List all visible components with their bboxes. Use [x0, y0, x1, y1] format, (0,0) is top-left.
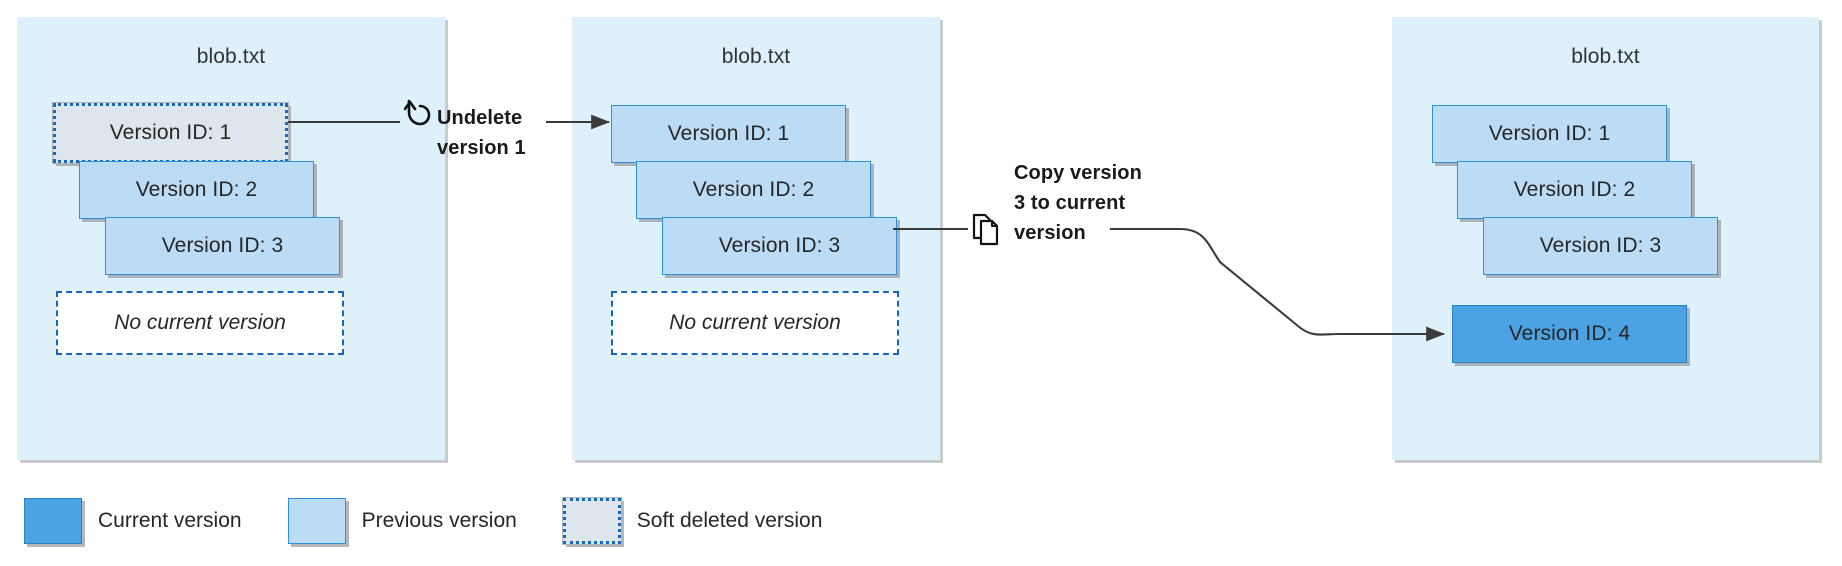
panel-3-version-label-4: Version ID: 4	[1508, 322, 1631, 345]
undo-arrow-icon	[403, 98, 434, 132]
blob-panel-3: blob.txt Version ID: 1 Version ID: 2 Ver…	[1392, 17, 1819, 460]
panel-1-version-box-1: Version ID: 1	[52, 102, 289, 164]
panel-2-version-label-2: Version ID: 2	[692, 178, 815, 201]
panel-2-no-current-version-label: No current version	[669, 311, 841, 334]
legend-item-previous-version: Previous version	[287, 493, 517, 549]
panel-2-version-label-3: Version ID: 3	[718, 234, 841, 257]
blob-panel-1: blob.txt Version ID: 1 Version ID: 2 Ver…	[17, 17, 445, 460]
step-undelete-line-1: Undelete	[437, 107, 523, 129]
legend: Current version Previous version Soft de…	[24, 493, 822, 549]
panel-3-version-label-2: Version ID: 2	[1513, 178, 1636, 201]
panel-3-title: blob.txt	[1571, 45, 1640, 68]
panel-1-version-label-2: Version ID: 2	[135, 178, 258, 201]
legend-swatch-soft-deleted-version	[561, 497, 622, 545]
legend-label-current-version: Current version	[98, 509, 242, 532]
panel-2-title: blob.txt	[721, 45, 791, 68]
panel-2-no-current-version: No current version	[611, 291, 899, 355]
panel-3-version-box-2: Version ID: 2	[1457, 161, 1692, 219]
panel-3-version-box-3: Version ID: 3	[1483, 217, 1718, 275]
legend-label-soft-deleted-version: Soft deleted version	[636, 509, 823, 532]
legend-swatch-previous-version	[287, 498, 346, 544]
panel-1-no-current-version: No current version	[56, 291, 344, 355]
panel-1-version-label-3: Version ID: 3	[161, 234, 284, 257]
legend-item-current-version: Current version	[24, 493, 242, 549]
step-copy-line-3: version	[1014, 222, 1086, 244]
step-copy-label: Copy version 3 to current version	[1014, 158, 1174, 248]
panel-1-no-current-version-label: No current version	[114, 311, 286, 334]
panel-1-version-label-1: Version ID: 1	[109, 121, 232, 144]
step-undelete-line-2: version 1	[437, 137, 526, 159]
panel-1-version-box-2: Version ID: 2	[79, 161, 314, 219]
panel-2-version-box-3: Version ID: 3	[662, 217, 897, 275]
panel-2-version-label-1: Version ID: 1	[667, 122, 790, 145]
legend-label-previous-version: Previous version	[361, 509, 517, 532]
panel-1-version-box-3: Version ID: 3	[105, 217, 340, 275]
copy-icon	[972, 212, 1004, 246]
panel-3-version-label-3: Version ID: 3	[1539, 234, 1662, 257]
panel-3-version-label-1: Version ID: 1	[1488, 122, 1611, 145]
panel-1-title: blob.txt	[196, 45, 266, 68]
panel-2-version-box-2: Version ID: 2	[636, 161, 871, 219]
step-undelete-label: Undelete version 1	[437, 103, 549, 163]
step-copy-line-1: Copy version	[1014, 162, 1142, 184]
panel-3-version-box-4: Version ID: 4	[1452, 305, 1687, 363]
step-copy-line-2: 3 to current	[1014, 192, 1126, 214]
blob-panel-2: blob.txt Version ID: 1 Version ID: 2 Ver…	[572, 17, 940, 460]
legend-item-soft-deleted-version: Soft deleted version	[561, 493, 823, 549]
diagram-canvas: blob.txt Version ID: 1 Version ID: 2 Ver…	[0, 0, 1842, 566]
legend-swatch-current-version	[24, 498, 82, 544]
panel-2-version-box-1: Version ID: 1	[611, 105, 846, 163]
panel-3-version-box-1: Version ID: 1	[1432, 105, 1667, 163]
